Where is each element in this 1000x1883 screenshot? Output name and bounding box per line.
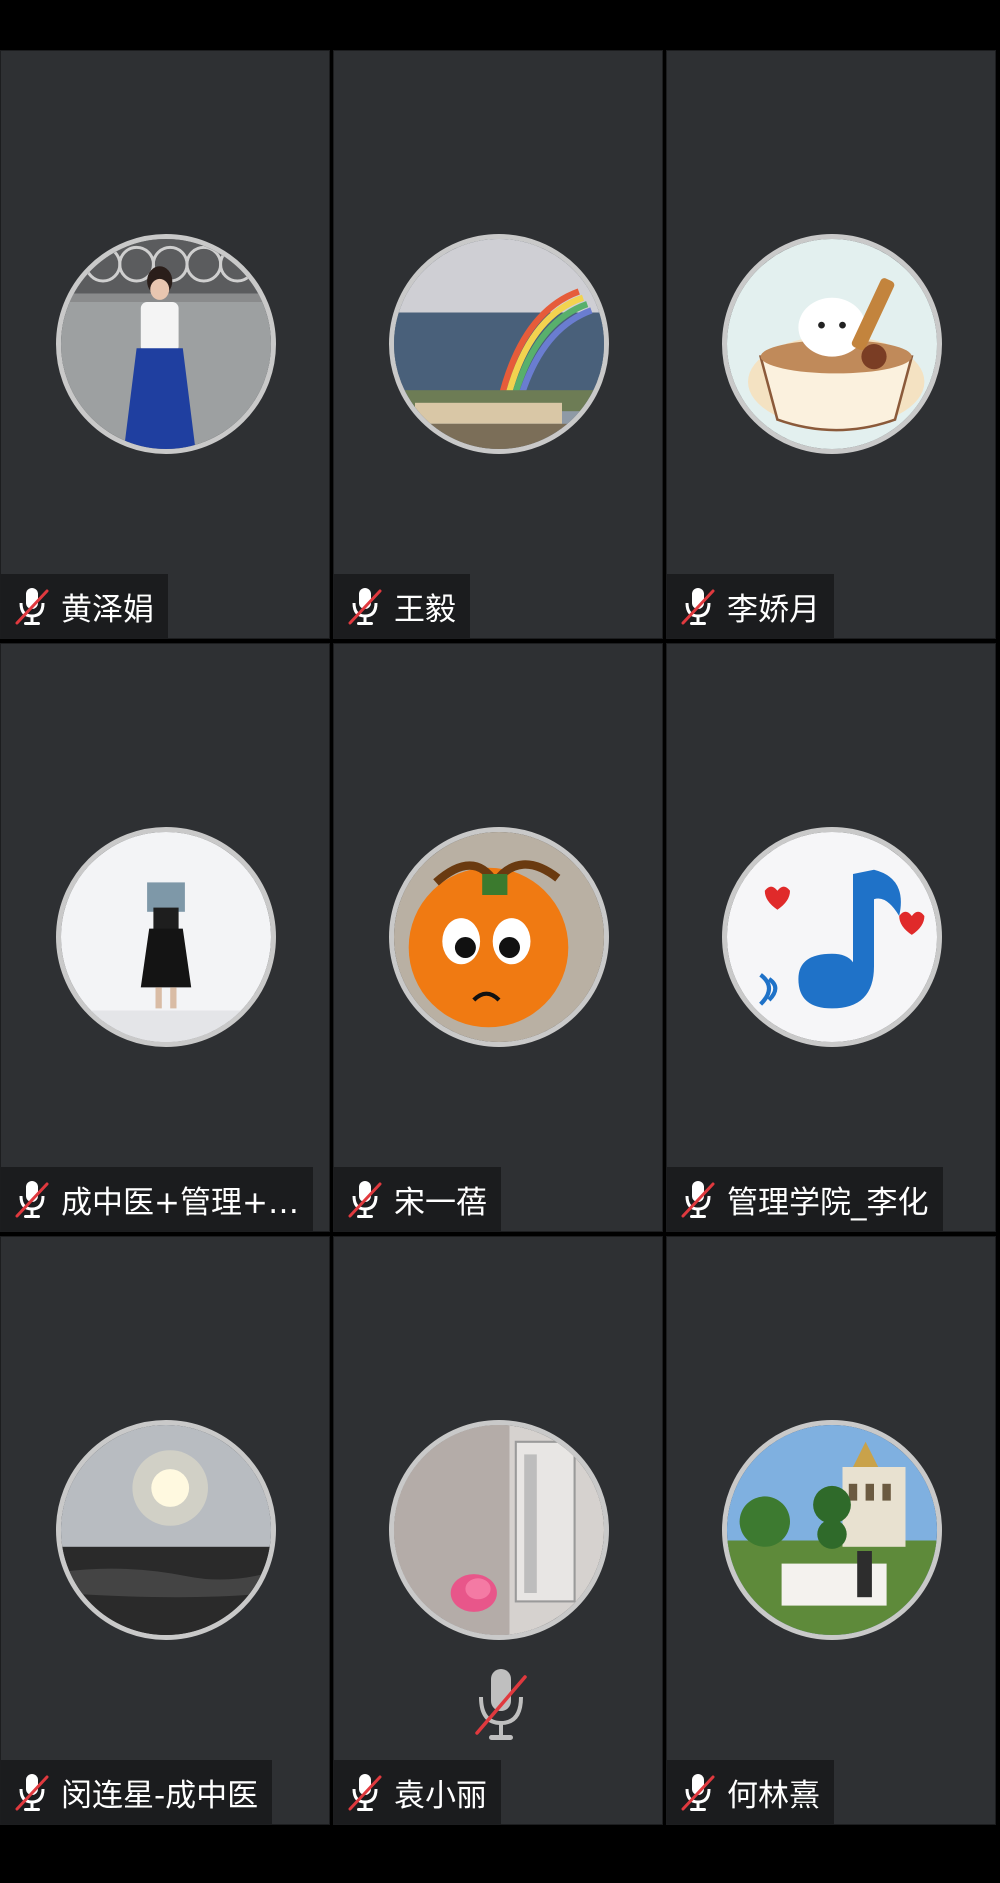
participant-tile[interactable]: 闵连星-成中医	[0, 1236, 330, 1825]
participant-label: 何林熹	[667, 1760, 834, 1824]
participant-name: 王毅	[394, 591, 456, 628]
mic-muted-icon	[15, 588, 49, 625]
participant-name: 宋一蓓	[394, 1184, 487, 1221]
mic-muted-icon	[681, 1181, 715, 1218]
avatar	[56, 234, 276, 454]
mic-muted-icon	[15, 1181, 49, 1218]
participant-label: 王毅	[334, 574, 470, 638]
participant-name: 闵连星-成中医	[61, 1777, 259, 1814]
mic-muted-icon	[348, 1774, 382, 1811]
participant-name: 李娇月	[727, 591, 820, 628]
participant-name: 成中医+管理+…	[61, 1184, 299, 1221]
mic-muted-icon	[15, 1774, 49, 1811]
avatar	[389, 827, 609, 1047]
participant-name: 黄泽娟	[61, 591, 154, 628]
participant-label: 李娇月	[667, 574, 834, 638]
mic-muted-large-icon	[475, 1669, 527, 1740]
participant-label: 袁小丽	[334, 1760, 501, 1824]
participant-tile[interactable]: 黄泽娟	[0, 50, 330, 639]
avatar	[722, 234, 942, 454]
participant-tile[interactable]: 李娇月	[666, 50, 996, 639]
participant-label: 成中医+管理+…	[1, 1167, 313, 1231]
participant-name: 管理学院_李化	[727, 1184, 929, 1221]
participant-label: 宋一蓓	[334, 1167, 501, 1231]
mic-muted-icon	[348, 588, 382, 625]
avatar	[56, 1420, 276, 1640]
participant-tile[interactable]: 管理学院_李化	[666, 643, 996, 1232]
avatar	[389, 1420, 609, 1640]
avatar	[722, 827, 942, 1047]
participant-label: 黄泽娟	[1, 574, 168, 638]
avatar	[56, 827, 276, 1047]
participant-tile[interactable]: 宋一蓓	[333, 643, 663, 1232]
participant-label: 管理学院_李化	[667, 1167, 943, 1231]
bottom-bar	[0, 1825, 1000, 1883]
participant-tile[interactable]: 何林熹	[666, 1236, 996, 1825]
status-bar	[0, 0, 1000, 50]
participant-tile[interactable]: 成中医+管理+…	[0, 643, 330, 1232]
participant-tile[interactable]: 袁小丽	[333, 1236, 663, 1825]
avatar	[722, 1420, 942, 1640]
participant-name: 何林熹	[727, 1777, 820, 1814]
participant-tile[interactable]: 王毅	[333, 50, 663, 639]
participant-grid: 黄泽娟 王毅 李娇月 成中医+管理+… 宋一蓓 管理学院_李化 闵连星-成中医 …	[0, 50, 1000, 1825]
mic-muted-icon	[681, 588, 715, 625]
participant-name: 袁小丽	[394, 1777, 487, 1814]
mic-muted-icon	[681, 1774, 715, 1811]
participant-label: 闵连星-成中医	[1, 1760, 273, 1824]
mic-muted-icon	[348, 1181, 382, 1218]
avatar	[389, 234, 609, 454]
